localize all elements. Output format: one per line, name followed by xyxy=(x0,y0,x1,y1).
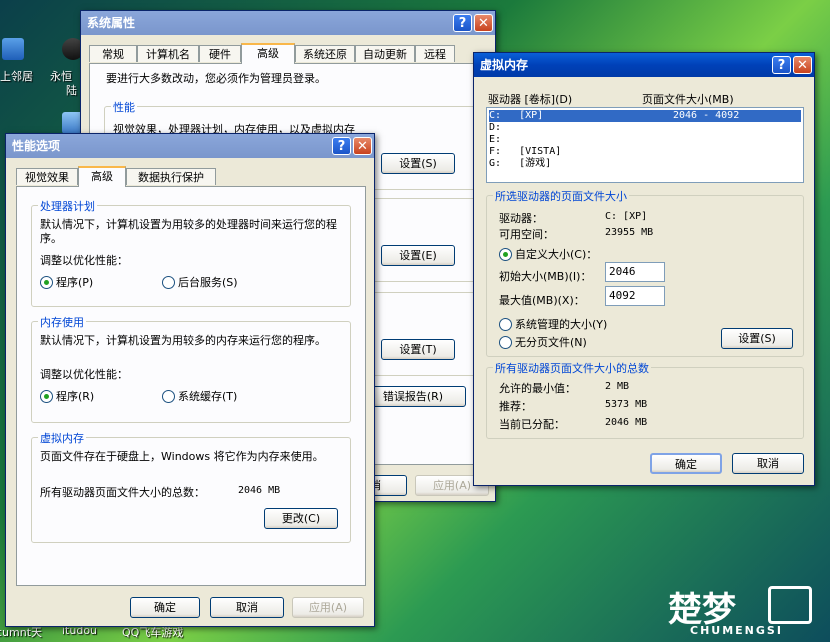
memory-cache-radio[interactable] xyxy=(162,390,175,403)
custom-size-label[interactable]: 自定义大小(C)： xyxy=(515,246,597,262)
tab-strip: 常规 计算机名 硬件 高级 系统还原 自动更新 远程 xyxy=(89,43,489,64)
close-button[interactable]: ✕ xyxy=(353,137,372,155)
drive-list[interactable]: C: [XP] 2046 - 4092 D: E: F: [VISTA] G: [… xyxy=(486,107,804,183)
tab-hardware[interactable]: 硬件 xyxy=(199,45,241,62)
drive-list-item[interactable]: D: xyxy=(489,122,801,134)
tab-system-restore[interactable]: 系统还原 xyxy=(295,45,355,62)
min-allowed-label: 允许的最小值： xyxy=(499,382,576,395)
window-title: 系统属性 xyxy=(87,16,136,30)
cpu-programs-label[interactable]: 程序(P) xyxy=(56,274,93,290)
help-button[interactable]: ? xyxy=(332,137,351,155)
virtual-memory-group: 虚拟内存 页面文件存在于硬盘上，Windows 将它作为内存来使用。 所有驱动器… xyxy=(31,430,351,543)
currently-allocated-value: 2046 MB xyxy=(605,417,648,428)
memory-usage-group: 内存使用 默认情况下，计算机设置为用较多的内存来运行您的程序。 调整以优化性能：… xyxy=(31,314,351,423)
cancel-button[interactable]: 取消 xyxy=(210,597,284,618)
drive-column-header: 驱动器 [卷标](D) xyxy=(488,93,573,106)
tab-advanced[interactable]: 高级 xyxy=(78,166,126,187)
desktop-icon-label: 陆 xyxy=(66,84,77,97)
virtual-memory-label: 虚拟内存 xyxy=(38,430,86,446)
min-allowed-value: 2 MB xyxy=(605,381,630,392)
total-size-group: 所有驱动器页面文件大小的总数 允许的最小值： 2 MB 推荐： 5373 MB … xyxy=(486,360,804,439)
drive-value: C: [XP] xyxy=(605,211,648,222)
size-column-header: 页面文件大小(MB) xyxy=(642,93,734,106)
cpu-background-radio[interactable] xyxy=(162,276,175,289)
memory-programs-label[interactable]: 程序(R) xyxy=(56,388,94,404)
max-size-label: 最大值(MB)(X)： xyxy=(499,294,585,307)
performance-options-window: 性能选项 ? ✕ 视觉效果 高级 数据执行保护 处理器计划 默认情况下，计算机设… xyxy=(5,133,375,627)
window-title: 性能选项 xyxy=(12,139,61,153)
recommended-value: 5373 MB xyxy=(605,399,648,410)
cpu-desc: 默认情况下，计算机设置为用较多的处理器时间来运行您的程序。 xyxy=(40,218,337,245)
advanced-tab-panel: 处理器计划 默认情况下，计算机设置为用较多的处理器时间来运行您的程序。 调整以优… xyxy=(16,186,366,586)
max-size-input[interactable]: 4092 xyxy=(605,286,665,306)
drive-list-item[interactable]: G: [游戏] xyxy=(489,158,801,170)
performance-options-titlebar[interactable]: 性能选项 xyxy=(6,134,374,158)
virtual-memory-dialog: 虚拟内存 ? ✕ 驱动器 [卷标](D) 页面文件大小(MB) C: [XP] 2… xyxy=(473,52,815,486)
initial-size-label: 初始大小(MB)(I)： xyxy=(499,270,592,283)
ok-button[interactable]: 确定 xyxy=(650,453,722,474)
ok-button[interactable]: 确定 xyxy=(130,597,200,618)
selected-drive-group: 所选驱动器的页面文件大小 驱动器： C: [XP] 可用空间： 23955 MB… xyxy=(486,188,804,357)
window-title: 虚拟内存 xyxy=(480,58,529,72)
free-space-value: 23955 MB xyxy=(605,227,654,238)
memory-cache-label[interactable]: 系统缓存(T) xyxy=(178,388,237,404)
apply-button[interactable]: 应用(A) xyxy=(292,597,364,618)
help-button[interactable]: ? xyxy=(772,56,791,74)
change-button[interactable]: 更改(C) xyxy=(264,508,338,529)
error-report-button[interactable]: 错误报告(R) xyxy=(360,386,466,407)
cancel-button[interactable]: 取消 xyxy=(732,453,804,474)
vm-desc: 页面文件存在于硬盘上，Windows 将它作为内存来使用。 xyxy=(40,450,324,463)
custom-size-radio[interactable] xyxy=(499,248,512,261)
watermark-subtitle: CHUMENGSI xyxy=(690,624,783,637)
tab-dep[interactable]: 数据执行保护 xyxy=(126,168,216,185)
set-button[interactable]: 设置(S) xyxy=(721,328,793,349)
memory-desc: 默认情况下，计算机设置为用较多的内存来运行您的程序。 xyxy=(40,334,326,347)
vm-total-label: 所有驱动器页面文件大小的总数： xyxy=(40,486,205,499)
tab-general[interactable]: 常规 xyxy=(89,45,137,62)
admin-note: 要进行大多数改动，您必须作为管理员登录。 xyxy=(106,72,326,85)
cpu-scheduling-group: 处理器计划 默认情况下，计算机设置为用较多的处理器时间来运行您的程序。 调整以优… xyxy=(31,198,351,307)
user-profiles-settings-button[interactable]: 设置(E) xyxy=(381,245,455,266)
network-places-icon[interactable] xyxy=(2,38,24,60)
tab-computer-name[interactable]: 计算机名 xyxy=(137,45,199,62)
total-size-label: 所有驱动器页面文件大小的总数 xyxy=(493,360,651,376)
cpu-scheduling-label: 处理器计划 xyxy=(38,198,97,214)
initial-size-input[interactable]: 2046 xyxy=(605,262,665,282)
tab-auto-update[interactable]: 自动更新 xyxy=(355,45,415,62)
close-button[interactable]: ✕ xyxy=(793,56,812,74)
cpu-adjust-label: 调整以优化性能： xyxy=(40,254,128,267)
tab-strip: 视觉效果 高级 数据执行保护 xyxy=(16,166,316,187)
startup-settings-button[interactable]: 设置(T) xyxy=(381,339,455,360)
close-button[interactable]: ✕ xyxy=(474,14,493,32)
no-paging-radio[interactable] xyxy=(499,336,512,349)
desktop-icon-label: 上邻居 xyxy=(0,70,33,83)
tab-advanced[interactable]: 高级 xyxy=(241,43,295,64)
no-paging-label[interactable]: 无分页文件(N) xyxy=(515,334,587,350)
drive-list-item[interactable]: C: [XP] 2046 - 4092 xyxy=(489,110,801,122)
recommended-label: 推荐： xyxy=(499,400,532,413)
memory-programs-radio[interactable] xyxy=(40,390,53,403)
memory-adjust-label: 调整以优化性能： xyxy=(40,368,128,381)
system-managed-label[interactable]: 系统管理的大小(Y) xyxy=(515,316,607,332)
system-properties-titlebar[interactable]: 系统属性 xyxy=(81,11,495,35)
selected-drive-label: 所选驱动器的页面文件大小 xyxy=(493,188,629,204)
vm-total-value: 2046 MB xyxy=(238,485,281,496)
memory-usage-label: 内存使用 xyxy=(38,314,86,330)
tab-remote[interactable]: 远程 xyxy=(415,45,455,62)
cpu-programs-radio[interactable] xyxy=(40,276,53,289)
currently-allocated-label: 当前已分配： xyxy=(499,418,565,431)
help-button[interactable]: ? xyxy=(453,14,472,32)
system-managed-radio[interactable] xyxy=(499,318,512,331)
drive-list-item[interactable]: F: [VISTA] xyxy=(489,146,801,158)
drive-list-item[interactable]: E: xyxy=(489,134,801,146)
free-space-label: 可用空间： xyxy=(499,228,554,241)
cpu-background-label[interactable]: 后台服务(S) xyxy=(178,274,238,290)
performance-settings-button[interactable]: 设置(S) xyxy=(381,153,455,174)
watermark-seal-icon xyxy=(768,586,812,624)
drive-label: 驱动器： xyxy=(499,212,543,225)
virtual-memory-titlebar[interactable]: 虚拟内存 xyxy=(474,53,814,77)
performance-group-label: 性能 xyxy=(111,99,137,115)
tab-visual-effects[interactable]: 视觉效果 xyxy=(16,168,78,185)
